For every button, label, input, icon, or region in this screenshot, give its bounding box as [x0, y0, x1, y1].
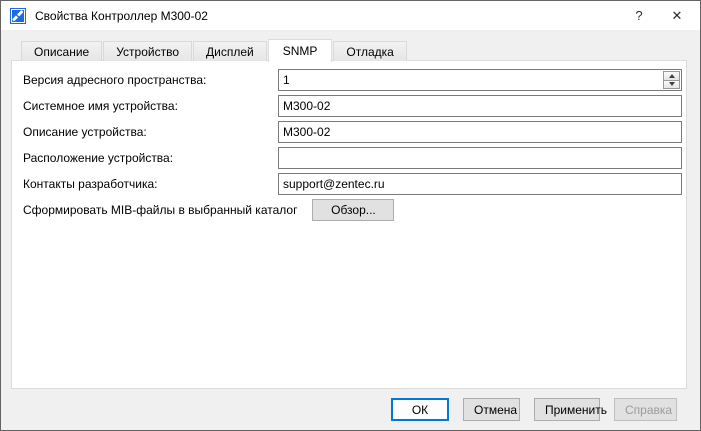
tab-debug[interactable]: Отладка: [333, 41, 406, 61]
help-button: Справка: [614, 398, 677, 421]
window-title: Свойства Контроллер M300-02: [35, 9, 208, 23]
device-location-input[interactable]: [278, 147, 682, 169]
dialog-window: Свойства Контроллер M300-02 ? ✕ Описание…: [0, 0, 701, 431]
ok-button[interactable]: ОК: [391, 398, 449, 421]
system-name-input[interactable]: [278, 95, 682, 117]
spin-down-icon[interactable]: [664, 81, 679, 89]
cancel-button[interactable]: Отмена: [463, 398, 520, 421]
system-name-row: Системное имя устройства:: [23, 95, 682, 117]
titlebar-buttons: ? ✕: [620, 1, 700, 30]
device-description-input[interactable]: [278, 121, 682, 143]
titlebar: Свойства Контроллер M300-02 ? ✕: [1, 1, 700, 30]
help-icon[interactable]: ?: [620, 1, 658, 30]
dialog-button-box: ОК Отмена Применить Справка: [391, 398, 677, 421]
mib-files-label: Сформировать MIB-файлы в выбранный катал…: [23, 203, 297, 217]
device-location-row: Расположение устройства:: [23, 147, 682, 169]
apply-button[interactable]: Применить: [534, 398, 600, 421]
tab-description[interactable]: Описание: [21, 41, 102, 61]
spinner: [663, 71, 680, 89]
device-location-label: Расположение устройства:: [23, 151, 278, 165]
device-description-label: Описание устройства:: [23, 125, 278, 139]
developer-contacts-label: Контакты разработчика:: [23, 177, 278, 191]
device-description-row: Описание устройства:: [23, 121, 682, 143]
close-icon[interactable]: ✕: [658, 1, 696, 30]
tab-bar: Описание Устройство Дисплей SNMP Отладка: [21, 39, 408, 61]
developer-contacts-input[interactable]: [278, 173, 682, 195]
app-icon: [10, 8, 26, 24]
mib-files-row: Сформировать MIB-файлы в выбранный катал…: [23, 199, 682, 221]
address-space-version-row: Версия адресного пространства:: [23, 69, 682, 91]
snmp-tab-pane: Версия адресного пространства: Системное…: [11, 60, 687, 389]
developer-contacts-row: Контакты разработчика:: [23, 173, 682, 195]
tab-display[interactable]: Дисплей: [193, 41, 267, 61]
address-space-version-label: Версия адресного пространства:: [23, 73, 278, 87]
tab-device[interactable]: Устройство: [103, 41, 192, 61]
spin-up-icon[interactable]: [664, 72, 679, 81]
tab-snmp[interactable]: SNMP: [268, 39, 333, 62]
address-space-version-field-wrap: [278, 69, 682, 91]
browse-button[interactable]: Обзор...: [312, 199, 394, 221]
system-name-label: Системное имя устройства:: [23, 99, 278, 113]
address-space-version-spinbox[interactable]: [278, 69, 682, 91]
